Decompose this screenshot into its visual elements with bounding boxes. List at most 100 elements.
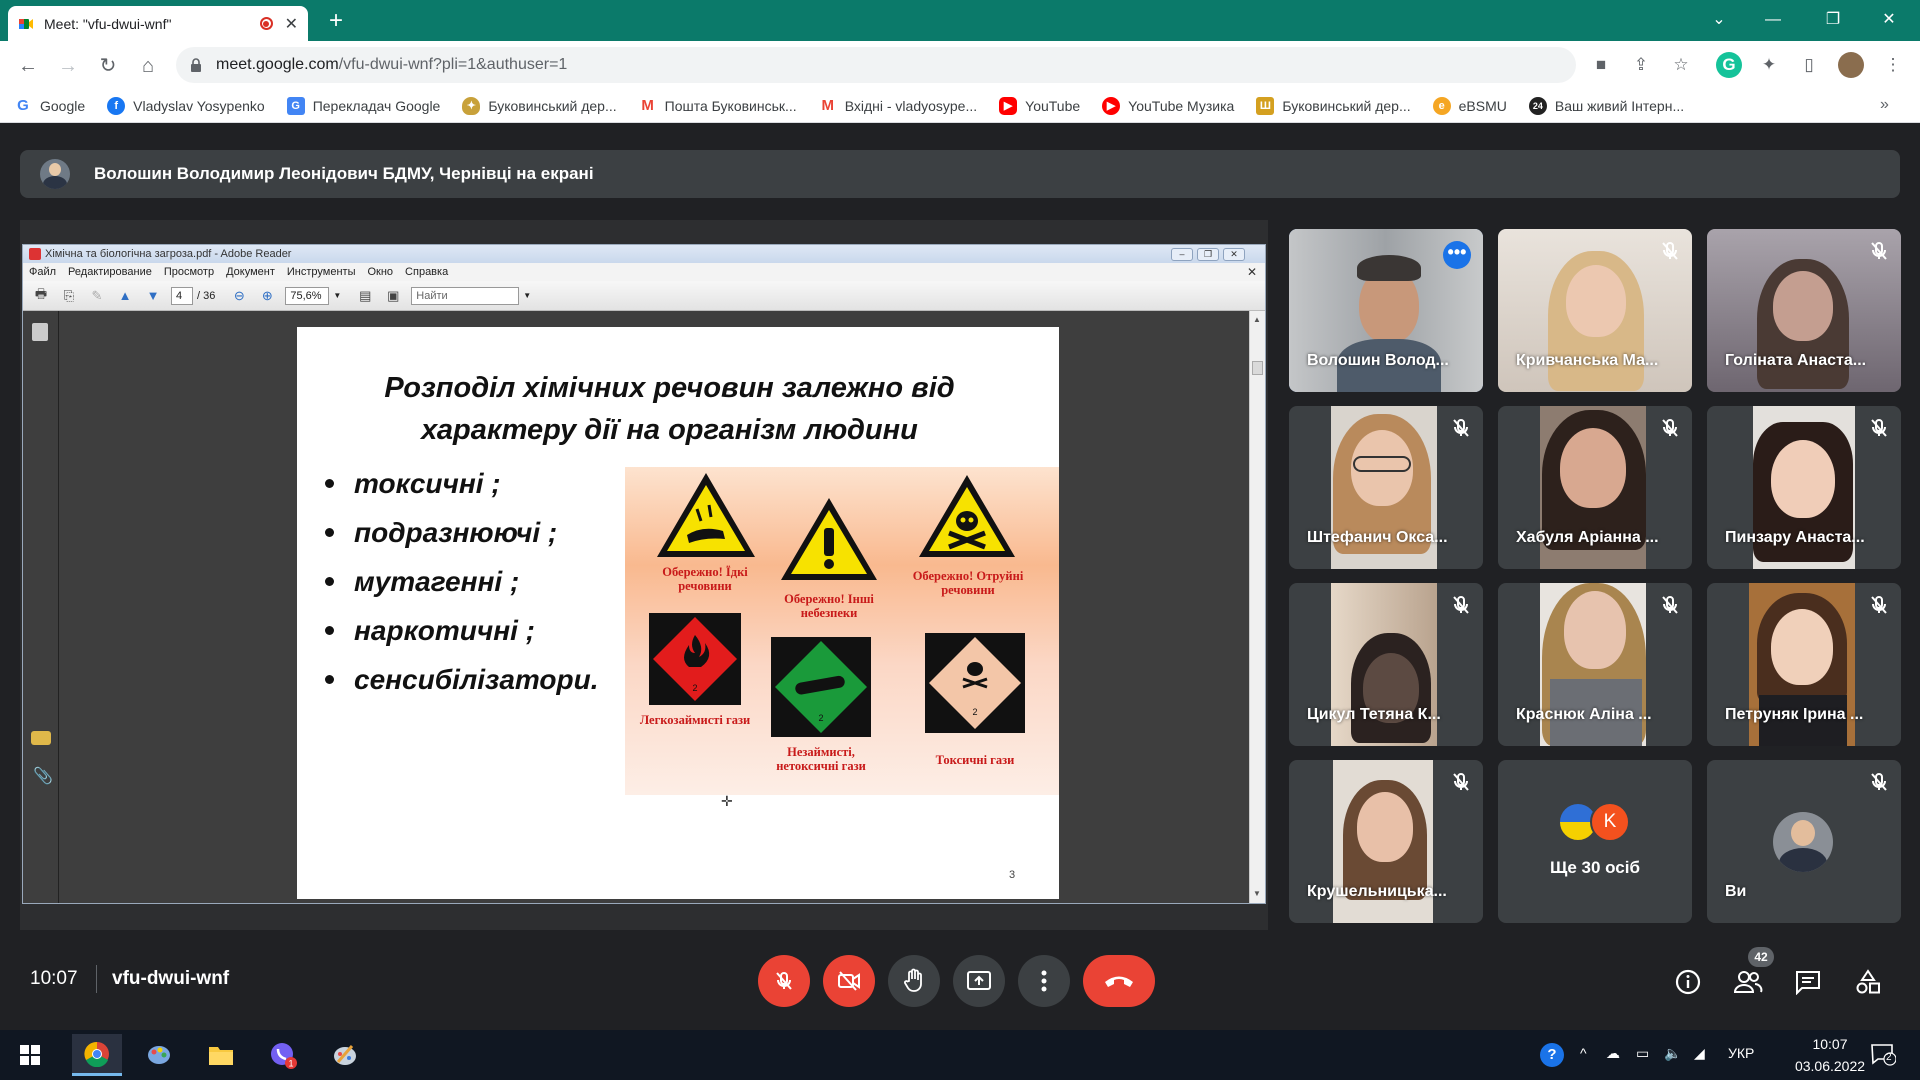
menu-file[interactable]: Файл bbox=[29, 266, 56, 278]
self-tile[interactable]: Ви bbox=[1707, 760, 1901, 923]
find-dropdown-icon[interactable]: ▼ bbox=[523, 291, 531, 300]
taskbar-viber[interactable]: 1 bbox=[258, 1034, 308, 1076]
more-options-button[interactable] bbox=[1018, 955, 1070, 1007]
home-icon[interactable]: ⌂ bbox=[132, 50, 164, 82]
people-button[interactable] bbox=[1731, 965, 1765, 999]
participant-tile[interactable]: Пинзару Анаста... bbox=[1707, 406, 1901, 569]
reload-icon[interactable]: ↻ bbox=[92, 50, 124, 82]
prev-page-icon[interactable]: ▲ bbox=[115, 286, 135, 306]
bookmarks-overflow-icon[interactable]: » bbox=[1880, 96, 1889, 114]
print-icon[interactable]: 🖶 bbox=[31, 286, 51, 306]
participant-tile[interactable]: Хабуля Аріанна ... bbox=[1498, 406, 1692, 569]
pages-panel-icon[interactable] bbox=[32, 323, 48, 341]
bookmark-bukovyna-2[interactable]: Ш Буковинський дер... bbox=[1256, 96, 1411, 115]
bookmark-bukovyna-1[interactable]: ✦ Буковинський дер... bbox=[462, 96, 617, 115]
scrollbar-thumb[interactable] bbox=[1252, 361, 1263, 375]
zoom-dropdown-icon[interactable]: ▼ bbox=[333, 291, 341, 300]
tray-time[interactable]: 10:07 bbox=[1795, 1036, 1865, 1052]
share-icon[interactable]: ⇪ bbox=[1628, 52, 1654, 78]
extensions-icon[interactable]: ✦ bbox=[1756, 52, 1782, 78]
meeting-details-button[interactable] bbox=[1671, 965, 1705, 999]
participant-tile[interactable]: Голіната Анаста... bbox=[1707, 229, 1901, 392]
bookmark-youtube-music[interactable]: ▶ YouTube Музика bbox=[1102, 96, 1234, 115]
leave-call-button[interactable] bbox=[1083, 955, 1155, 1007]
bookmark-mail-2[interactable]: M Вхідні - vladyosype... bbox=[818, 96, 977, 115]
find-input[interactable]: Найти bbox=[411, 286, 520, 305]
participant-tile[interactable]: Петруняк Ірина ... bbox=[1707, 583, 1901, 746]
participant-tile[interactable]: Крушельницька... bbox=[1289, 760, 1483, 923]
activities-button[interactable] bbox=[1851, 965, 1885, 999]
tray-date[interactable]: 03.06.2022 bbox=[1785, 1058, 1875, 1074]
chat-button[interactable] bbox=[1791, 965, 1825, 999]
participant-tile[interactable]: Цикул Тетяна К... bbox=[1289, 583, 1483, 746]
tab-search-icon[interactable]: ⌄ bbox=[1696, 4, 1742, 36]
battery-icon[interactable]: ▭ bbox=[1636, 1045, 1649, 1062]
fit-width-icon[interactable]: ▣ bbox=[383, 286, 403, 306]
tray-chevron-icon[interactable]: ^ bbox=[1580, 1045, 1587, 1061]
participant-tile[interactable]: Краснюк Аліна ... bbox=[1498, 583, 1692, 746]
zoom-out-icon[interactable]: ⊖ bbox=[229, 286, 249, 306]
bookmark-translate[interactable]: G Перекладач Google bbox=[286, 96, 440, 115]
reader-restore-icon[interactable]: ❐ bbox=[1197, 248, 1219, 261]
next-page-icon[interactable]: ▼ bbox=[143, 286, 163, 306]
bookmark-ebsmu[interactable]: e eBSMU bbox=[1432, 96, 1507, 115]
zoom-in-icon[interactable]: ⊕ bbox=[257, 286, 277, 306]
bookmark-google[interactable]: G Google bbox=[14, 96, 85, 115]
bookmark-youtube[interactable]: ▶ YouTube bbox=[999, 96, 1080, 115]
grammarly-icon[interactable]: G bbox=[1716, 52, 1742, 78]
menu-view[interactable]: Просмотр bbox=[164, 266, 214, 278]
help-icon[interactable]: ? bbox=[1540, 1043, 1564, 1067]
profile-avatar[interactable] bbox=[1838, 52, 1864, 78]
comments-panel-icon[interactable] bbox=[31, 731, 51, 745]
volume-icon[interactable]: 🔈 bbox=[1664, 1045, 1681, 1062]
menu-window[interactable]: Окно bbox=[367, 266, 393, 278]
menu-tools[interactable]: Инструменты bbox=[287, 266, 356, 278]
tab-meet[interactable]: Meet: "vfu-dwui-wnf" ✕ bbox=[8, 6, 308, 41]
taskbar-chrome[interactable] bbox=[72, 1034, 122, 1076]
comment-icon[interactable]: ✎ bbox=[87, 286, 107, 306]
fit-page-icon[interactable]: ▤ bbox=[355, 286, 375, 306]
export-icon[interactable]: ⎘ bbox=[59, 286, 79, 306]
restore-icon[interactable]: ❐ bbox=[1810, 4, 1856, 36]
reader-close-icon[interactable]: ✕ bbox=[1223, 248, 1245, 261]
taskbar-paint3d[interactable] bbox=[320, 1034, 370, 1076]
reader-minimize-icon[interactable]: – bbox=[1171, 248, 1193, 261]
taskbar-explorer[interactable] bbox=[196, 1034, 246, 1076]
vertical-scrollbar[interactable]: ▲ ▼ bbox=[1249, 311, 1265, 903]
menu-document[interactable]: Документ bbox=[226, 266, 275, 278]
camera-blocked-icon[interactable]: ■ bbox=[1588, 52, 1614, 78]
minimize-icon[interactable]: — bbox=[1750, 4, 1796, 36]
menu-help[interactable]: Справка bbox=[405, 266, 448, 278]
bookmark-star-icon[interactable]: ☆ bbox=[1668, 52, 1694, 78]
address-bar[interactable]: meet.google.com/vfu-dwui-wnf?pli=1&authu… bbox=[176, 47, 1576, 83]
menu-edit[interactable]: Редактирование bbox=[68, 266, 152, 278]
start-button[interactable] bbox=[8, 1034, 52, 1076]
zoom-level-select[interactable]: 75,6% bbox=[285, 286, 330, 305]
close-window-icon[interactable]: ✕ bbox=[1866, 4, 1912, 36]
participant-tile[interactable]: Кривчанська Ма... bbox=[1498, 229, 1692, 392]
raise-hand-button[interactable] bbox=[888, 955, 940, 1007]
onedrive-icon[interactable]: ☁ bbox=[1606, 1045, 1620, 1062]
back-icon[interactable]: ← bbox=[12, 50, 44, 82]
wifi-icon[interactable]: ◢ bbox=[1694, 1045, 1705, 1062]
taskbar-paint[interactable] bbox=[134, 1034, 184, 1076]
bookmark-mail-1[interactable]: M Пошта Буковинськ... bbox=[638, 96, 797, 115]
more-options-icon[interactable]: ••• bbox=[1443, 241, 1471, 269]
side-panel-icon[interactable]: ▯ bbox=[1796, 52, 1822, 78]
input-language[interactable]: УКР bbox=[1728, 1045, 1754, 1061]
attachments-icon[interactable]: 📎 bbox=[33, 766, 53, 786]
document-close-icon[interactable]: ✕ bbox=[1247, 265, 1257, 279]
participant-tile[interactable]: ••• Волошин Волод... bbox=[1289, 229, 1483, 392]
tab-close-icon[interactable]: ✕ bbox=[285, 14, 298, 34]
page-number-input[interactable]: 4 bbox=[171, 286, 193, 305]
camera-toggle-button[interactable] bbox=[823, 955, 875, 1007]
forward-icon[interactable]: → bbox=[52, 50, 84, 82]
mic-toggle-button[interactable] bbox=[758, 955, 810, 1007]
notifications-button[interactable]: 2 bbox=[1870, 1042, 1897, 1066]
bookmark-facebook[interactable]: f Vladyslav Yosypenko bbox=[107, 96, 265, 115]
more-participants-tile[interactable]: K Ще 30 осіб bbox=[1498, 760, 1692, 923]
participant-tile[interactable]: Штефанич Окса... bbox=[1289, 406, 1483, 569]
new-tab-button[interactable]: + bbox=[322, 8, 350, 36]
present-screen-button[interactable] bbox=[953, 955, 1005, 1007]
menu-dots-icon[interactable]: ⋮ bbox=[1880, 52, 1906, 78]
